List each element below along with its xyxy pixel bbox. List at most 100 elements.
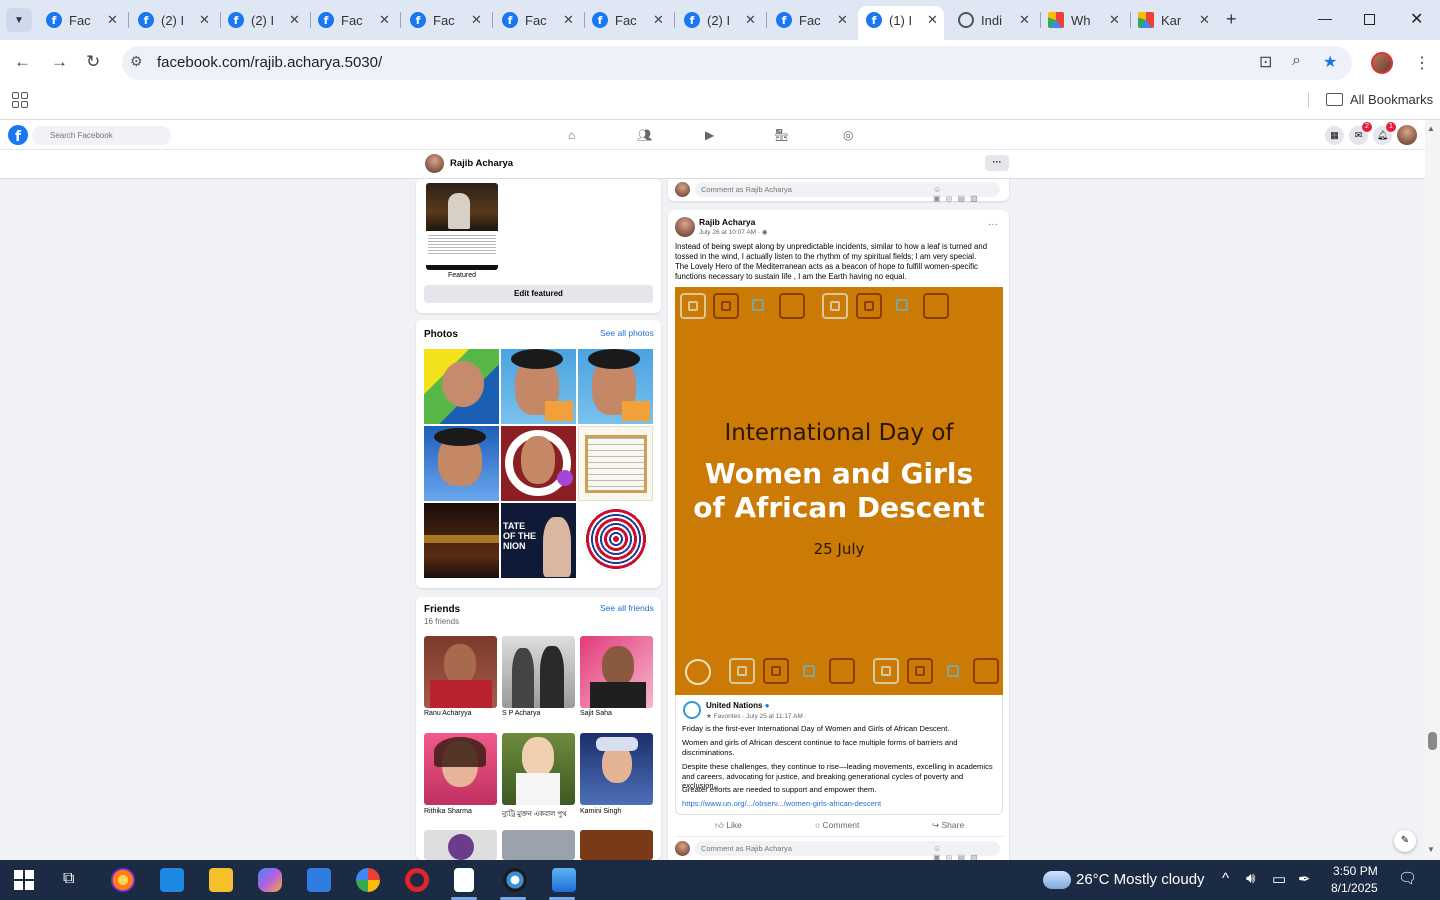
windows-start-icon[interactable] <box>14 870 34 890</box>
browser-tab[interactable]: f Fac ✕ <box>410 6 482 34</box>
url-text[interactable]: facebook.com/rajib.acharya.5030/ <box>157 54 382 71</box>
profile-avatar[interactable] <box>425 154 444 173</box>
marketplace-icon[interactable]: 🏪︎ <box>774 128 789 142</box>
scroll-down-arrow[interactable]: ▼ <box>1427 845 1435 854</box>
comment-button[interactable]: ○ Comment <box>815 820 859 830</box>
friend-photo[interactable] <box>580 636 653 708</box>
browser-tab[interactable]: Wh ✕ <box>1048 6 1120 34</box>
browser-tab[interactable]: f Fac ✕ <box>46 6 118 34</box>
facebook-search-input[interactable] <box>32 126 171 145</box>
browser-tab[interactable]: f Fac ✕ <box>502 6 574 34</box>
close-tab-icon[interactable]: ✕ <box>1019 12 1030 28</box>
weather-cloud-icon[interactable] <box>1043 871 1071 889</box>
menu-grid-icon[interactable]: ▦ <box>1325 126 1344 145</box>
bookmark-star-icon[interactable]: ★ <box>1323 52 1337 72</box>
close-tab-icon[interactable]: ✕ <box>563 12 574 28</box>
featured-item-image[interactable] <box>426 183 498 270</box>
shared-link[interactable]: https://www.un.org/.../observ.../women-g… <box>682 799 881 808</box>
edit-featured-button[interactable]: Edit featured <box>424 285 653 303</box>
photo-tile[interactable] <box>424 426 499 501</box>
zoom-icon[interactable]: ⌕ <box>1292 52 1301 70</box>
facebook-logo-icon[interactable]: f <box>8 125 28 145</box>
friend-photo[interactable] <box>424 830 497 860</box>
apps-icon[interactable] <box>12 92 28 108</box>
photo-tile[interactable]: TATE OF THE NION <box>501 503 576 578</box>
shared-post-image[interactable]: International Day of Women and Girls of A… <box>675 287 1003 695</box>
close-tab-icon[interactable]: ✕ <box>745 12 756 28</box>
new-message-button[interactable]: ✎ <box>1394 830 1416 852</box>
clock-date[interactable]: 8/1/2025 <box>1331 881 1378 895</box>
friend-name[interactable]: Sajit Saha <box>580 710 612 717</box>
chrome-menu-icon[interactable]: ⋮ <box>1414 53 1430 73</box>
photo-tile[interactable] <box>424 503 499 578</box>
united-nations-avatar[interactable] <box>683 701 701 719</box>
task-view-icon[interactable]: ⧉ <box>63 870 74 888</box>
friend-photo[interactable] <box>424 636 497 708</box>
opera-icon[interactable] <box>405 868 429 892</box>
photo-tile[interactable] <box>578 426 653 501</box>
pen-icon[interactable]: ✒ <box>1298 870 1311 888</box>
all-bookmarks-label[interactable]: All Bookmarks <box>1350 92 1433 107</box>
volume-icon[interactable]: 🔊︎ <box>1246 870 1255 887</box>
scroll-up-arrow[interactable]: ▲ <box>1427 124 1435 133</box>
photos-app-icon[interactable] <box>552 868 576 892</box>
post-date[interactable]: July 26 at 10:07 AM · ◉ <box>699 228 768 236</box>
reload-button[interactable]: ↻ <box>86 52 100 72</box>
close-tab-icon[interactable]: ✕ <box>837 12 848 28</box>
video-icon[interactable]: ▶ <box>705 128 714 142</box>
friend-name[interactable]: Rithika Sharma <box>424 808 472 815</box>
network-icon[interactable]: ▭ <box>1272 870 1286 888</box>
system-tray-expand-icon[interactable]: ^ <box>1222 870 1229 887</box>
weather-text[interactable]: 26°C Mostly cloudy <box>1076 871 1205 888</box>
friend-photo[interactable] <box>502 636 575 708</box>
messaging-app-icon[interactable] <box>160 868 184 892</box>
clock-time[interactable]: 3:50 PM <box>1333 864 1378 878</box>
post-author[interactable]: Rajib Acharya <box>699 217 755 227</box>
close-tab-icon[interactable]: ✕ <box>1199 12 1210 28</box>
site-settings-icon[interactable]: ⚙ <box>130 53 143 70</box>
comment-tools-icon[interactable]: ☺▣◎▤▧ <box>933 185 983 203</box>
friends-icon[interactable]: 👥︎ <box>637 128 652 142</box>
browser-tab[interactable]: f (2) I ✕ <box>138 6 210 34</box>
close-tab-icon[interactable]: ✕ <box>471 12 482 28</box>
see-all-friends-link[interactable]: See all friends <box>600 603 654 613</box>
friend-name[interactable]: S P Acharya <box>502 710 540 717</box>
browser-tab[interactable]: f Fac ✕ <box>776 6 848 34</box>
install-app-icon[interactable]: ⊡ <box>1259 52 1272 72</box>
folder-icon[interactable] <box>1326 93 1343 106</box>
post-author-avatar[interactable] <box>675 217 695 237</box>
browser-tab[interactable]: f (2) I ✕ <box>228 6 300 34</box>
firefox-icon[interactable] <box>111 868 135 892</box>
browser-tab[interactable]: f (1) I ✕ <box>866 6 938 34</box>
profile-more-button[interactable]: ··· <box>985 155 1009 171</box>
browser-tab[interactable]: f (2) I ✕ <box>684 6 756 34</box>
friend-photo[interactable] <box>502 733 575 805</box>
gaming-icon[interactable]: ◎ <box>843 128 853 142</box>
friend-name[interactable]: ন্যুট্রি মুক্তন একবাল পুথ <box>502 808 567 820</box>
browser-tab[interactable]: Indi ✕ <box>958 6 1030 34</box>
photo-tile[interactable] <box>501 349 576 424</box>
account-avatar[interactable] <box>1397 125 1417 145</box>
browser-tab[interactable]: f Fac ✕ <box>318 6 390 34</box>
shared-author[interactable]: United Nations ● <box>706 701 770 710</box>
friend-photo[interactable] <box>502 830 575 860</box>
friend-photo[interactable] <box>580 830 653 860</box>
forward-button[interactable]: → <box>51 52 68 72</box>
post-options-icon[interactable]: ··· <box>988 219 998 230</box>
restore-button[interactable] <box>1364 14 1375 25</box>
copilot-icon[interactable] <box>258 868 282 892</box>
back-button[interactable]: ← <box>14 52 31 72</box>
close-tab-icon[interactable]: ✕ <box>107 12 118 28</box>
like-button[interactable]: 👍︎ Like <box>715 820 742 831</box>
minimize-button[interactable]: — <box>1318 10 1332 26</box>
friend-name[interactable]: Ranu Acharyya <box>424 710 471 717</box>
share-button[interactable]: ↪ Share <box>932 820 964 831</box>
photo-tile[interactable] <box>501 426 576 501</box>
chrome-icon[interactable] <box>503 868 527 892</box>
chrome-profile-avatar[interactable] <box>1371 52 1393 74</box>
close-tab-icon[interactable]: ✕ <box>379 12 390 28</box>
file-explorer-icon[interactable] <box>209 868 233 892</box>
home-icon[interactable]: ⌂ <box>568 128 575 142</box>
notifications-center-icon[interactable]: 🗨︎ <box>1398 869 1417 887</box>
browser-tab[interactable]: Kar ✕ <box>1138 6 1210 34</box>
